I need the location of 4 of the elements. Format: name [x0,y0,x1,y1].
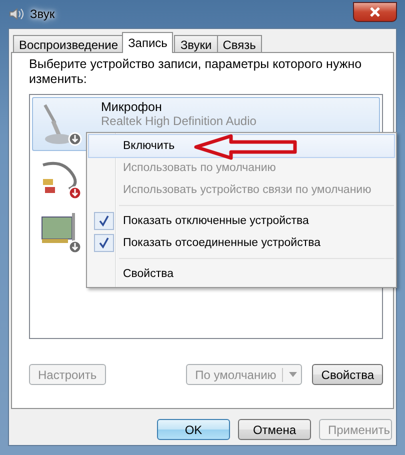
window-title: Звук [30,7,55,21]
device-driver: Realtek High Definition Audio [101,114,256,128]
instruction-text: Выберите устройство записи, параметры которого нужно изменить: [29,57,363,87]
device-name: Микрофон [101,100,163,114]
